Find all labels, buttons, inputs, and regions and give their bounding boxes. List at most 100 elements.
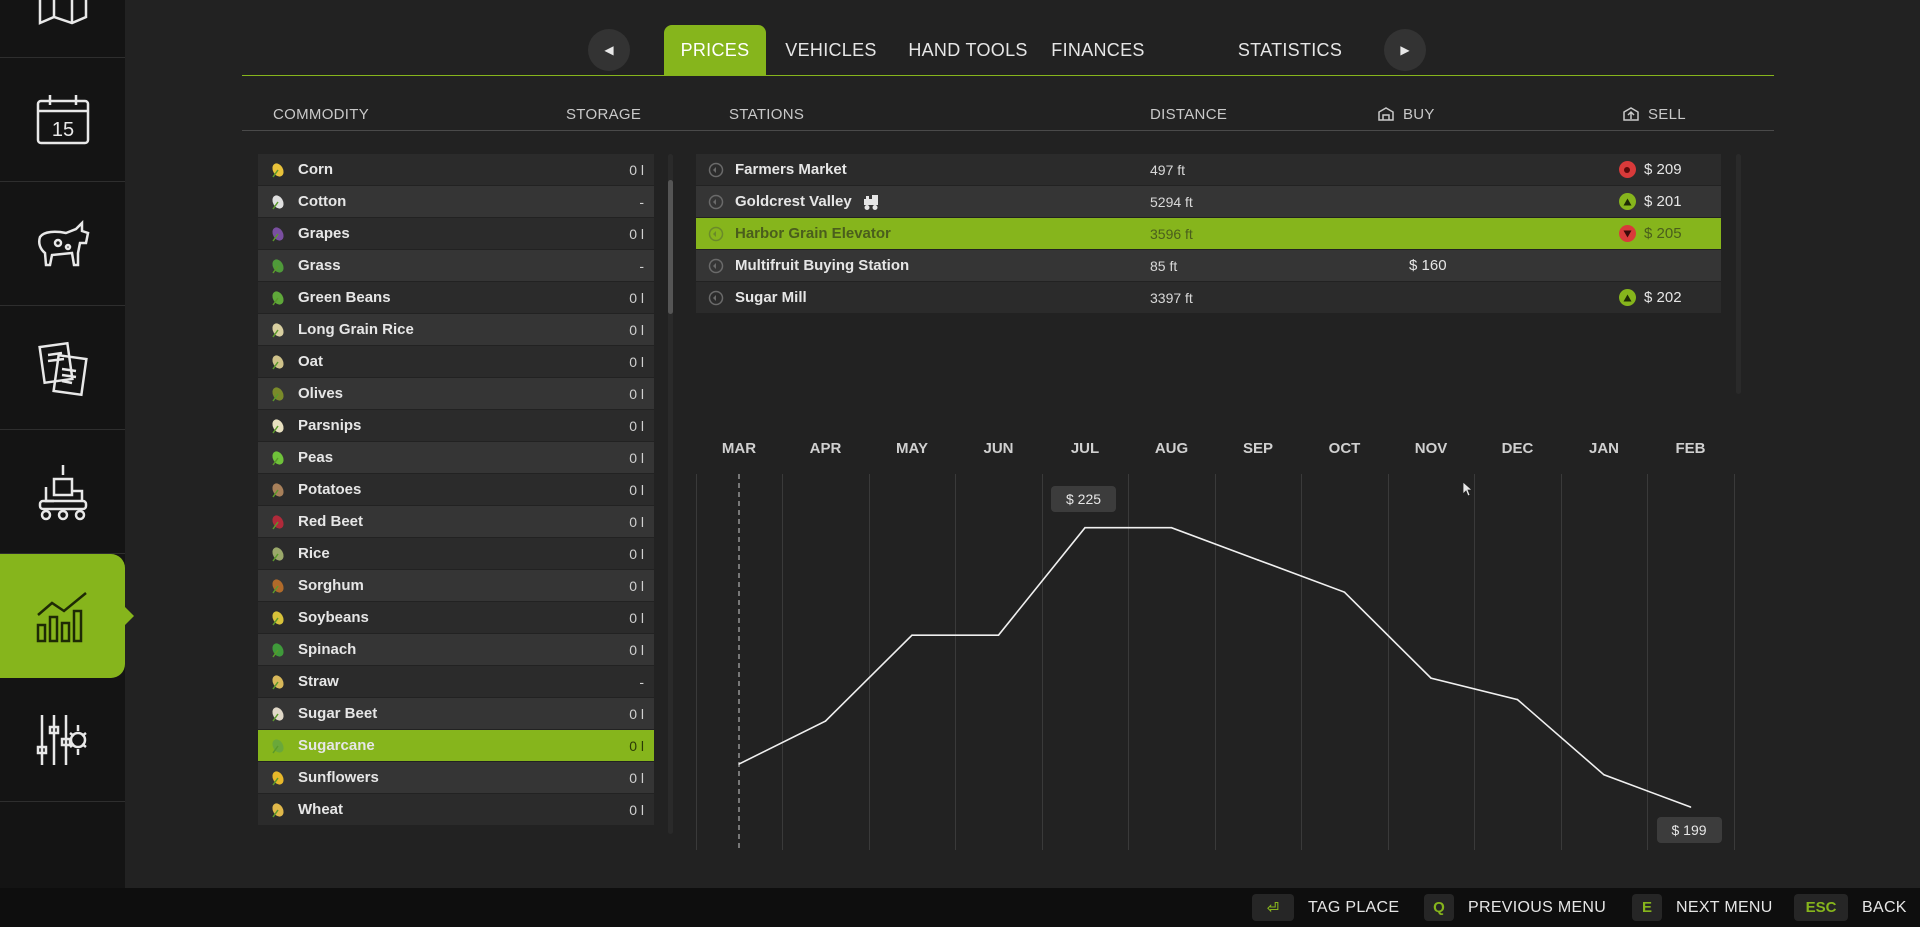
sidebar-item-animals[interactable] [0,182,125,306]
tag-place-icon[interactable] [708,218,726,249]
price-trend-stop-icon [1618,154,1636,185]
prices-chart-icon [36,592,87,643]
red-beet-icon [268,512,288,532]
commodity-scrollbar[interactable] [668,180,673,314]
commodity-row[interactable]: Corn 0 l [258,154,654,185]
commodity-storage: - [639,193,644,210]
commodity-row[interactable]: Green Beans 0 l [258,282,654,313]
commodity-row[interactable]: Red Beet 0 l [258,506,654,537]
station-name: Sugar Mill [735,289,807,306]
commodity-list: Corn 0 l Cotton - Grapes 0 l Grass - Green Beans… [258,154,654,834]
commodity-storage: 0 l [629,545,644,562]
sidebar-item-prices[interactable] [0,554,134,678]
tag-place-icon[interactable] [708,250,726,281]
station-row[interactable]: Farmers Market 497 ft $ 209 [696,154,1721,185]
tag-place-icon[interactable] [708,282,726,313]
sunflowers-icon [268,768,288,788]
tab-bar: ◀ PRICES VEHICLES HAND TOOLS FINANCES ST… [242,0,1774,76]
commodity-storage: 0 l [629,577,644,594]
peas-icon [268,448,288,468]
station-row[interactable]: Harbor Grain Elevator 3596 ft $ 205 [696,218,1721,249]
station-name: Multifruit Buying Station [735,257,910,274]
station-row[interactable]: Goldcrest Valley 5294 ft $ 201 [696,186,1721,217]
station-distance: 5294 ft [1150,193,1193,210]
commodity-row[interactable]: Cotton - [258,186,654,217]
enter-key-icon: ⏎ [1252,894,1294,921]
header-buy: BUY [1403,106,1435,123]
commodity-row[interactable]: Long Grain Rice 0 l [258,314,654,345]
commodity-row[interactable]: Sunflowers 0 l [258,762,654,793]
station-row[interactable]: Multifruit Buying Station 85 ft $ 160 [696,250,1721,281]
tab-finances[interactable]: FINANCES [1051,25,1144,75]
production-icon [38,464,87,520]
commodity-row[interactable]: Potatoes 0 l [258,474,654,505]
commodity-name: Olives [298,385,344,402]
sidebar-item-calendar[interactable]: 15 [0,58,125,182]
price-point [1084,526,1086,529]
bottom-key-bar: ⏎ TAG PLACE Q PREVIOUS MENU E NEXT MENU … [0,888,1920,927]
next-menu-action[interactable]: E NEXT MENU [1632,894,1773,921]
sidebar-item-settings[interactable] [0,678,125,802]
max-price-label: $ 225 [1051,485,1117,512]
commodity-row[interactable]: Rice 0 l [258,538,654,569]
price-trend-up-icon [1618,186,1636,217]
previous-menu-action[interactable]: Q PREVIOUS MENU [1424,894,1606,921]
commodity-row[interactable]: Straw - [258,666,654,697]
sidebar-item-map[interactable] [0,0,125,58]
commodity-name: Grapes [298,225,350,242]
commodity-row[interactable]: Grass - [258,250,654,281]
commodity-name: Grass [298,257,341,274]
next-tab-button[interactable]: ▶ [1384,29,1426,71]
corn-icon [268,160,288,180]
back-action[interactable]: ESC BACK [1794,894,1907,921]
commodity-name: Sugarcane [298,737,375,754]
commodity-storage: 0 l [629,641,644,658]
station-row[interactable]: Sugar Mill 3397 ft $ 202 [696,282,1721,313]
previous-tab-button[interactable]: ◀ [588,29,630,71]
price-point [1603,774,1605,776]
commodity-row[interactable]: Peas 0 l [258,442,654,473]
commodity-row[interactable]: Sugarcane 0 l [258,730,654,761]
price-point [738,763,740,765]
soybeans-icon [268,608,288,628]
next-menu-label: NEXT MENU [1676,898,1773,916]
price-point [997,634,1000,636]
station-scroll-track[interactable] [1736,154,1741,394]
arrow-right-icon: ▶ [1400,43,1410,57]
commodity-row[interactable]: Grapes 0 l [258,218,654,249]
station-distance: 85 ft [1150,257,1178,274]
tag-place-icon[interactable] [708,186,726,217]
station-name: Harbor Grain Elevator [735,225,891,242]
green-beans-icon [268,288,288,308]
parsnips-icon [268,416,288,436]
commodity-row[interactable]: Sugar Beet 0 l [258,698,654,729]
price-line-chart [738,474,1692,850]
tab-hand-tools[interactable]: HAND TOOLS [906,25,1030,75]
commodity-row[interactable]: Oat 0 l [258,346,654,377]
commodity-row[interactable]: Sorghum 0 l [258,570,654,601]
sidebar-item-production[interactable] [0,430,125,554]
grapes-icon [268,224,288,244]
commodity-storage: 0 l [629,385,644,402]
sidebar-item-contracts[interactable] [0,306,125,430]
sidebar: 15 [0,0,134,888]
tag-place-label: TAG PLACE [1308,898,1400,916]
tab-statistics[interactable]: STATISTICS [1230,25,1350,75]
tab-vehicles[interactable]: VEHICLES [782,25,880,75]
commodity-row[interactable]: Parsnips 0 l [258,410,654,441]
commodity-name: Red Beet [298,513,364,530]
commodity-storage: - [639,257,644,274]
station-distance: 3397 ft [1150,289,1193,306]
commodity-name: Sorghum [298,577,364,594]
commodity-row[interactable]: Soybeans 0 l [258,602,654,633]
train-icon [863,194,878,210]
sugar-beet-icon [268,704,288,724]
commodity-storage: 0 l [629,769,644,786]
tag-place-action[interactable]: ⏎ TAG PLACE [1252,894,1399,921]
commodity-row[interactable]: Olives 0 l [258,378,654,409]
tag-place-icon[interactable] [708,154,726,185]
station-sell-price: $ 205 [1644,225,1682,242]
tab-prices[interactable]: PRICES [664,25,766,75]
commodity-row[interactable]: Wheat 0 l [258,794,654,825]
commodity-row[interactable]: Spinach 0 l [258,634,654,665]
